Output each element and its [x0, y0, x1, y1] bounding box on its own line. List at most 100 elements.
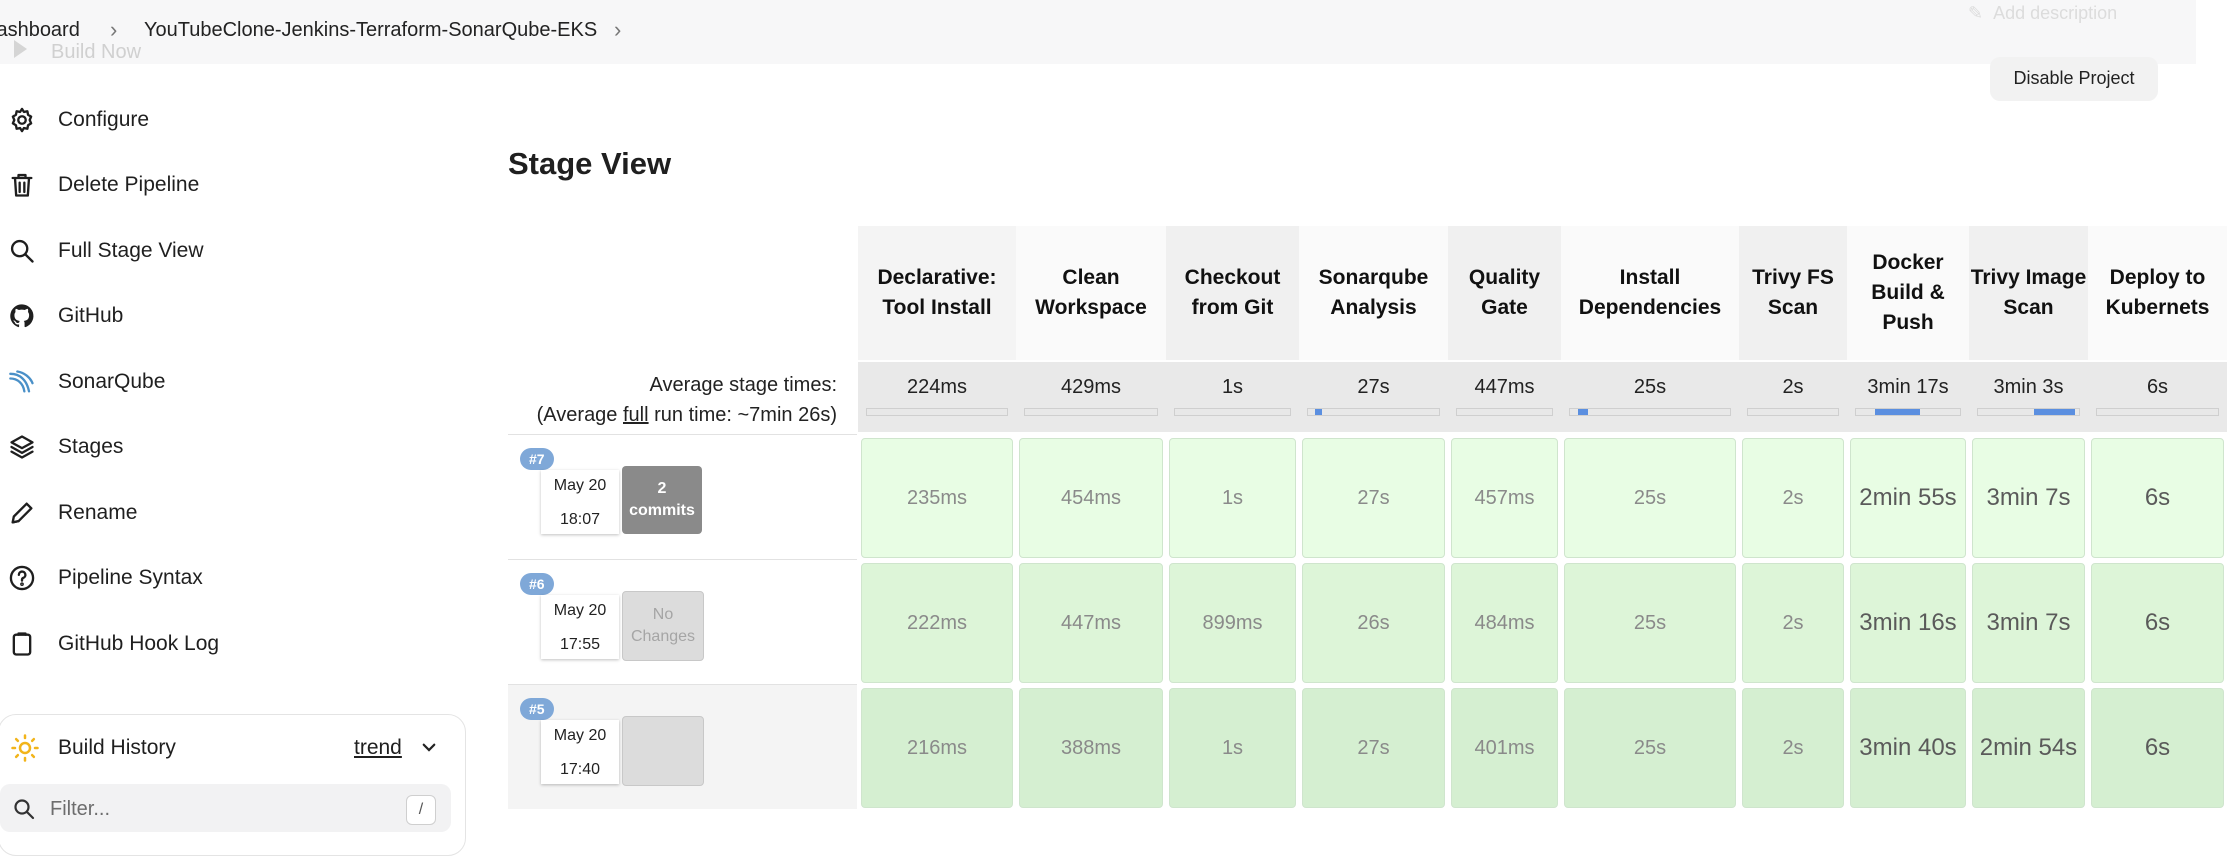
sidebar-item-configure[interactable]: Configure: [0, 100, 460, 140]
build-now-link[interactable]: Build Now: [0, 40, 141, 64]
build-changes: No Changes: [622, 591, 704, 661]
stage-header: Deploy to Kubernets: [2088, 226, 2227, 360]
stage-cell[interactable]: 388ms: [1019, 688, 1163, 808]
stage-header: Trivy FS Scan: [1739, 226, 1847, 360]
stage-header: Clean Workspace: [1016, 226, 1166, 360]
build-time: 17:55: [559, 636, 601, 653]
stage-average-bar: [1307, 408, 1440, 416]
stage-cell[interactable]: 6s: [2091, 688, 2224, 808]
sidebar-item-stages[interactable]: Stages: [0, 427, 460, 467]
stage-cell[interactable]: 1s: [1169, 438, 1296, 558]
stage-cell[interactable]: 3min 7s: [1972, 563, 2085, 683]
stage-cell[interactable]: 6s: [2091, 563, 2224, 683]
stage-cell[interactable]: 235ms: [861, 438, 1013, 558]
breadcrumb-dashboard[interactable]: Dashboard: [0, 19, 80, 42]
chevron-right-icon: ›: [110, 17, 118, 42]
stage-cell[interactable]: 2min 54s: [1972, 688, 2085, 808]
stage-cell[interactable]: 2min 55s: [1850, 438, 1966, 558]
stage-average: 447ms: [1448, 362, 1561, 432]
stage-average-bar: [866, 408, 1008, 416]
build-number-badge[interactable]: #7: [520, 448, 554, 470]
pencil-icon: [0, 493, 58, 533]
build-date-box: May 20 17:40: [541, 720, 619, 784]
search-icon: [12, 797, 36, 826]
average-run-time-label: (Average full run time: ~7min 26s): [537, 404, 837, 427]
stage-cell[interactable]: 27s: [1302, 688, 1445, 808]
stage-cell[interactable]: 3min 7s: [1972, 438, 2085, 558]
add-description-label: Add description: [1993, 3, 2118, 23]
stage-view-title: Stage View: [508, 146, 672, 181]
stage-average: 3min 3s: [1969, 362, 2088, 432]
stage-average-fill: [1874, 409, 1921, 415]
stage-cell[interactable]: 27s: [1302, 438, 1445, 558]
stage-header: Sonarqube Analysis: [1299, 226, 1448, 360]
build-changes[interactable]: 2 commits: [622, 466, 702, 534]
stage-header: Install Dependencies: [1561, 226, 1739, 360]
trash-icon: [0, 165, 58, 205]
stage-cell[interactable]: 447ms: [1019, 563, 1163, 683]
stage-average-bar: [1747, 408, 1839, 416]
add-description-link[interactable]: ✎ Add description: [1968, 3, 2117, 24]
avg-run-prefix: (Average: [536, 404, 623, 426]
stage-cell[interactable]: 899ms: [1169, 563, 1296, 683]
sidebar-item-label: SonarQube: [58, 370, 166, 393]
chevron-down-icon[interactable]: [420, 738, 438, 761]
build-history-title: Build History: [58, 736, 176, 759]
stage-average-bar: [1174, 408, 1291, 416]
sidebar-item-full-stage-view[interactable]: Full Stage View: [0, 231, 460, 271]
build-time: 17:40: [559, 761, 601, 778]
stage-average-time: 3min 3s: [1993, 376, 2064, 398]
stage-average: 6s: [2088, 362, 2227, 432]
stage-cell[interactable]: 25s: [1564, 438, 1736, 558]
stage-cell[interactable]: 25s: [1564, 563, 1736, 683]
sidebar-item-label: Configure: [58, 108, 150, 131]
stage-cell[interactable]: 2s: [1742, 438, 1844, 558]
stage-average-bar: [1977, 408, 2080, 416]
stage-cell[interactable]: 457ms: [1451, 438, 1558, 558]
layers-icon: [0, 427, 58, 467]
stage-cell[interactable]: 26s: [1302, 563, 1445, 683]
sidebar-item-rename[interactable]: Rename: [0, 493, 460, 533]
build-date: May 20: [553, 477, 607, 494]
breadcrumb-project[interactable]: YouTubeClone-Jenkins-Terraform-SonarQube…: [144, 19, 597, 42]
sidebar-item-sonarqube[interactable]: SonarQube: [0, 362, 460, 402]
sidebar-item-github[interactable]: GitHub: [0, 296, 460, 336]
stage-cell[interactable]: 1s: [1169, 688, 1296, 808]
disable-project-button[interactable]: Disable Project: [1990, 57, 2158, 101]
stage-header: Trivy Image Scan: [1969, 226, 2088, 360]
stage-cell[interactable]: 25s: [1564, 688, 1736, 808]
stage-cell[interactable]: 2s: [1742, 688, 1844, 808]
build-changes: [622, 716, 704, 786]
sidebar-item-delete-pipeline[interactable]: Delete Pipeline: [0, 165, 460, 205]
stage-cell[interactable]: 454ms: [1019, 438, 1163, 558]
build-now-label: Build Now: [51, 41, 142, 63]
stage-average-time: 2s: [1782, 376, 1804, 398]
stage-cell[interactable]: 222ms: [861, 563, 1013, 683]
stage-average-time: 27s: [1357, 376, 1390, 398]
stage-cell[interactable]: 6s: [2091, 438, 2224, 558]
stage-cell[interactable]: 3min 16s: [1850, 563, 1966, 683]
full-run-link[interactable]: full: [623, 404, 649, 426]
stage-average-fill: [1578, 409, 1588, 415]
build-number-badge[interactable]: #5: [520, 698, 554, 720]
stage-average: 25s: [1561, 362, 1739, 432]
build-date-box: May 20 18:07: [541, 470, 619, 534]
trend-link[interactable]: trend: [354, 736, 402, 760]
sidebar-item-pipeline-syntax[interactable]: Pipeline Syntax: [0, 558, 460, 598]
sidebar-item-label: Rename: [58, 501, 138, 524]
chevron-right-icon[interactable]: ›: [614, 17, 621, 43]
stage-average-bar: [1456, 408, 1553, 416]
help-circle-icon: [0, 558, 58, 598]
stage-cell[interactable]: 3min 40s: [1850, 688, 1966, 808]
sidebar-item-github-hook-log[interactable]: GitHub Hook Log: [0, 624, 460, 664]
stage-header: Declarative: Tool Install: [858, 226, 1016, 360]
stage-average-time: 1s: [1221, 376, 1244, 398]
github-icon: [0, 296, 58, 336]
build-number-badge[interactable]: #6: [520, 573, 554, 595]
stage-average-time: 224ms: [906, 376, 968, 398]
gear-icon: [0, 100, 58, 140]
stage-cell[interactable]: 2s: [1742, 563, 1844, 683]
stage-cell[interactable]: 484ms: [1451, 563, 1558, 683]
stage-cell[interactable]: 216ms: [861, 688, 1013, 808]
stage-cell[interactable]: 401ms: [1451, 688, 1558, 808]
